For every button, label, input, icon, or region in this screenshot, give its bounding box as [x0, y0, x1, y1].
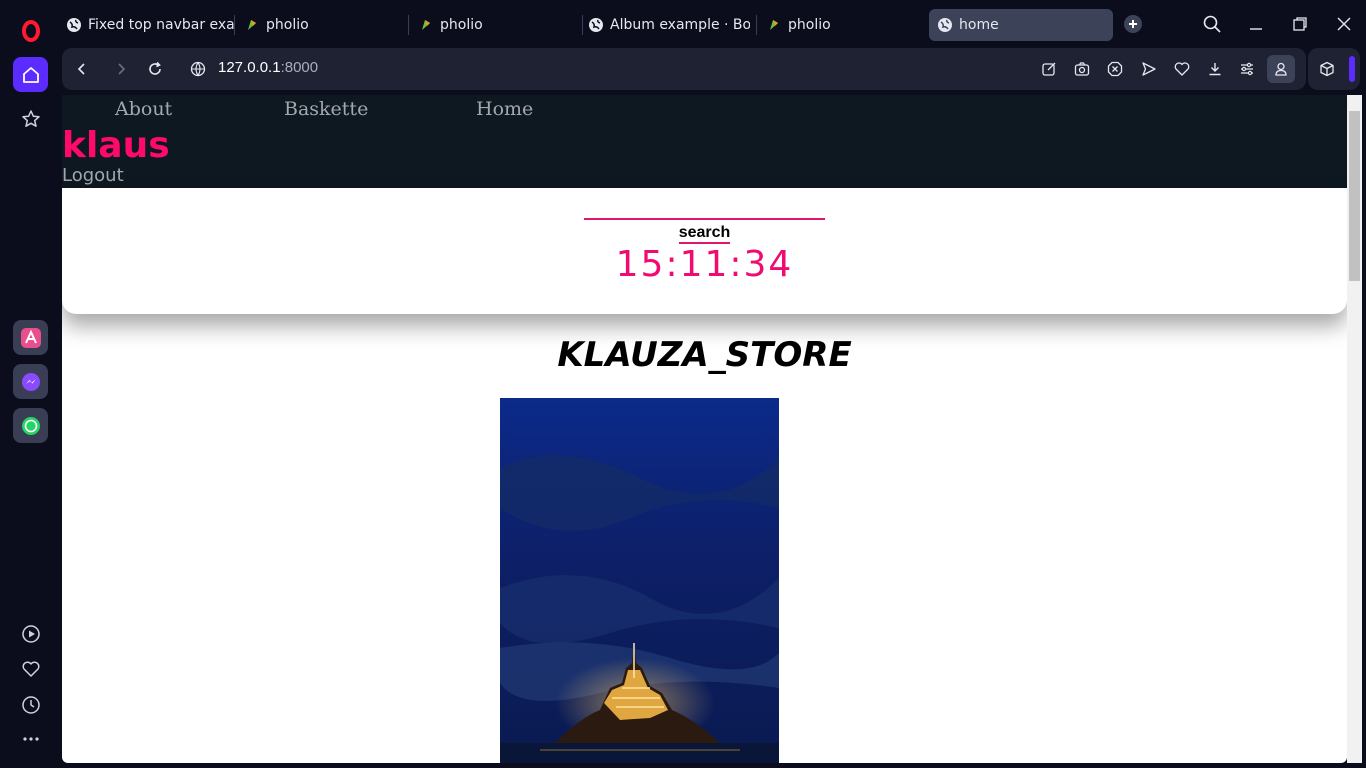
castle-night-photo — [500, 398, 779, 763]
whatsapp-icon[interactable] — [13, 408, 48, 443]
tab-fixed-top-navbar[interactable]: Fixed top navbar exam — [66, 9, 234, 41]
tab-pholio-2[interactable]: pholio — [418, 9, 578, 41]
forward-button[interactable] — [111, 59, 131, 79]
brand-username: klaus — [62, 125, 170, 166]
tab-title: pholio — [440, 17, 483, 33]
tab-title: Fixed top navbar exam — [88, 17, 234, 33]
browser-window: Fixed top navbar exam pholio pholio Albu… — [0, 0, 1366, 768]
star-icon[interactable] — [13, 101, 48, 136]
back-button[interactable] — [72, 59, 92, 79]
restore-button[interactable] — [1288, 12, 1312, 36]
search-button[interactable]: search — [62, 224, 1347, 244]
opera-logo-icon[interactable] — [13, 13, 48, 48]
close-button[interactable] — [1332, 12, 1356, 36]
download-icon[interactable] — [1205, 59, 1225, 79]
sidebar-accent-bar — [1349, 56, 1355, 82]
pholio-icon — [418, 17, 434, 33]
url-field[interactable]: 127.0.0.1:8000 — [218, 59, 318, 76]
search-panel: search 15:11:34 — [62, 188, 1347, 314]
profile-icon[interactable] — [1267, 55, 1295, 83]
globe-icon — [588, 17, 604, 33]
history-icon[interactable] — [13, 687, 48, 722]
home-icon[interactable] — [13, 57, 48, 92]
tab-separator — [234, 15, 235, 35]
page-scrollbar[interactable] — [1347, 95, 1362, 763]
tab-title: pholio — [266, 17, 309, 33]
page-viewport: About Baskette Home klaus Logout search … — [62, 95, 1347, 763]
tab-pholio-1[interactable]: pholio — [244, 9, 404, 41]
search-label: search — [678, 224, 731, 244]
edit-icon[interactable] — [1039, 59, 1059, 79]
pholio-icon — [244, 17, 260, 33]
easy-setup-icon[interactable] — [1237, 59, 1257, 79]
heart-icon[interactable] — [13, 651, 48, 686]
tab-title: Album example · Boot — [610, 17, 750, 33]
pholio-icon — [766, 17, 782, 33]
tab-pholio-3[interactable]: pholio — [766, 9, 916, 41]
logout-link[interactable]: Logout — [62, 165, 124, 186]
url-port: :8000 — [280, 59, 319, 76]
clock-display: 15:11:34 — [615, 244, 794, 285]
nav-link-about[interactable]: About — [115, 98, 172, 120]
nav-link-home[interactable]: Home — [476, 98, 533, 120]
reload-button[interactable] — [145, 59, 165, 79]
new-tab-button[interactable] — [1121, 12, 1145, 36]
bookmark-heart-icon[interactable] — [1172, 59, 1192, 79]
tab-album-example[interactable]: Album example · Boot — [588, 9, 750, 41]
tab-separator — [408, 15, 409, 35]
globe-icon — [937, 17, 953, 33]
browser-sidebar — [0, 0, 60, 768]
camera-icon[interactable] — [1072, 59, 1092, 79]
messenger-icon[interactable] — [13, 364, 48, 399]
more-icon[interactable] — [13, 721, 48, 756]
tab-separator — [582, 15, 583, 35]
globe-icon — [66, 17, 82, 33]
scrollbar-thumb[interactable] — [1349, 111, 1360, 281]
send-icon[interactable] — [1139, 59, 1159, 79]
store-title: KLAUZA_STORE — [557, 335, 852, 375]
player-icon[interactable] — [13, 616, 48, 651]
tab-bar: Fixed top navbar exam pholio pholio Albu… — [60, 0, 1366, 48]
search-input-line[interactable] — [584, 218, 825, 220]
tab-home[interactable]: home — [929, 9, 1113, 41]
tab-search-icon[interactable] — [1200, 12, 1224, 36]
adblock-icon[interactable] — [1105, 59, 1125, 79]
tab-separator — [756, 15, 757, 35]
site-navbar: About Baskette Home klaus Logout — [62, 95, 1347, 188]
aria-icon[interactable] — [13, 320, 48, 355]
url-host: 127.0.0.1 — [218, 59, 281, 76]
extensions-icon[interactable] — [1317, 59, 1337, 79]
address-toolbar: 127.0.0.1:8000 — [62, 48, 1306, 90]
tab-title: home — [959, 17, 999, 33]
tab-title: pholio — [788, 17, 831, 33]
nav-link-baskette[interactable]: Baskette — [284, 98, 368, 120]
site-info-icon[interactable] — [188, 59, 208, 79]
extensions-area — [1308, 48, 1360, 90]
minimize-button[interactable] — [1244, 12, 1268, 36]
